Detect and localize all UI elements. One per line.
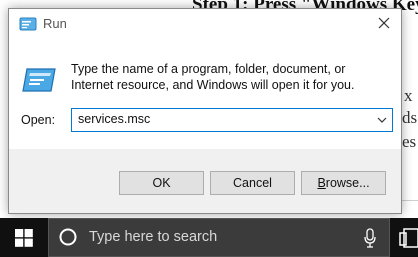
open-label: Open: (21, 113, 55, 127)
ok-button[interactable]: OK (119, 171, 204, 195)
task-view-icon[interactable] (398, 227, 418, 249)
taskbar: Type here to search (0, 218, 418, 257)
close-icon (378, 17, 390, 29)
dialog-title: Run (43, 16, 67, 31)
dialog-description: Type the name of a program, folder, docu… (71, 62, 355, 92)
dropdown-button[interactable] (372, 109, 392, 131)
browse-access-key: B (317, 176, 326, 190)
search-icon (59, 228, 77, 246)
title-bar[interactable]: Run (9, 9, 401, 39)
run-dialog: Run Type the name of a program, folder, … (8, 8, 402, 214)
open-label-text: Open: (21, 113, 56, 127)
search-placeholder: Type here to search (89, 229, 218, 245)
taskbar-search-box[interactable]: Type here to search (48, 218, 390, 257)
open-combobox[interactable]: services.msc (71, 108, 393, 132)
open-input[interactable]: services.msc (78, 112, 150, 126)
chevron-down-icon (377, 117, 387, 123)
microphone-icon[interactable] (363, 228, 377, 248)
run-icon (22, 68, 56, 92)
article-text-fragment: ds (402, 108, 418, 127)
article-text-fragment: x (404, 86, 413, 105)
browse-label-rest: rowse... (325, 176, 370, 190)
cancel-button[interactable]: Cancel (210, 171, 295, 195)
windows-logo-icon (15, 228, 33, 247)
close-button[interactable] (371, 11, 397, 35)
browse-button[interactable]: Browse... (301, 171, 386, 195)
start-button[interactable] (0, 218, 48, 257)
article-text-fragment: es (402, 132, 417, 151)
run-icon (19, 17, 37, 31)
